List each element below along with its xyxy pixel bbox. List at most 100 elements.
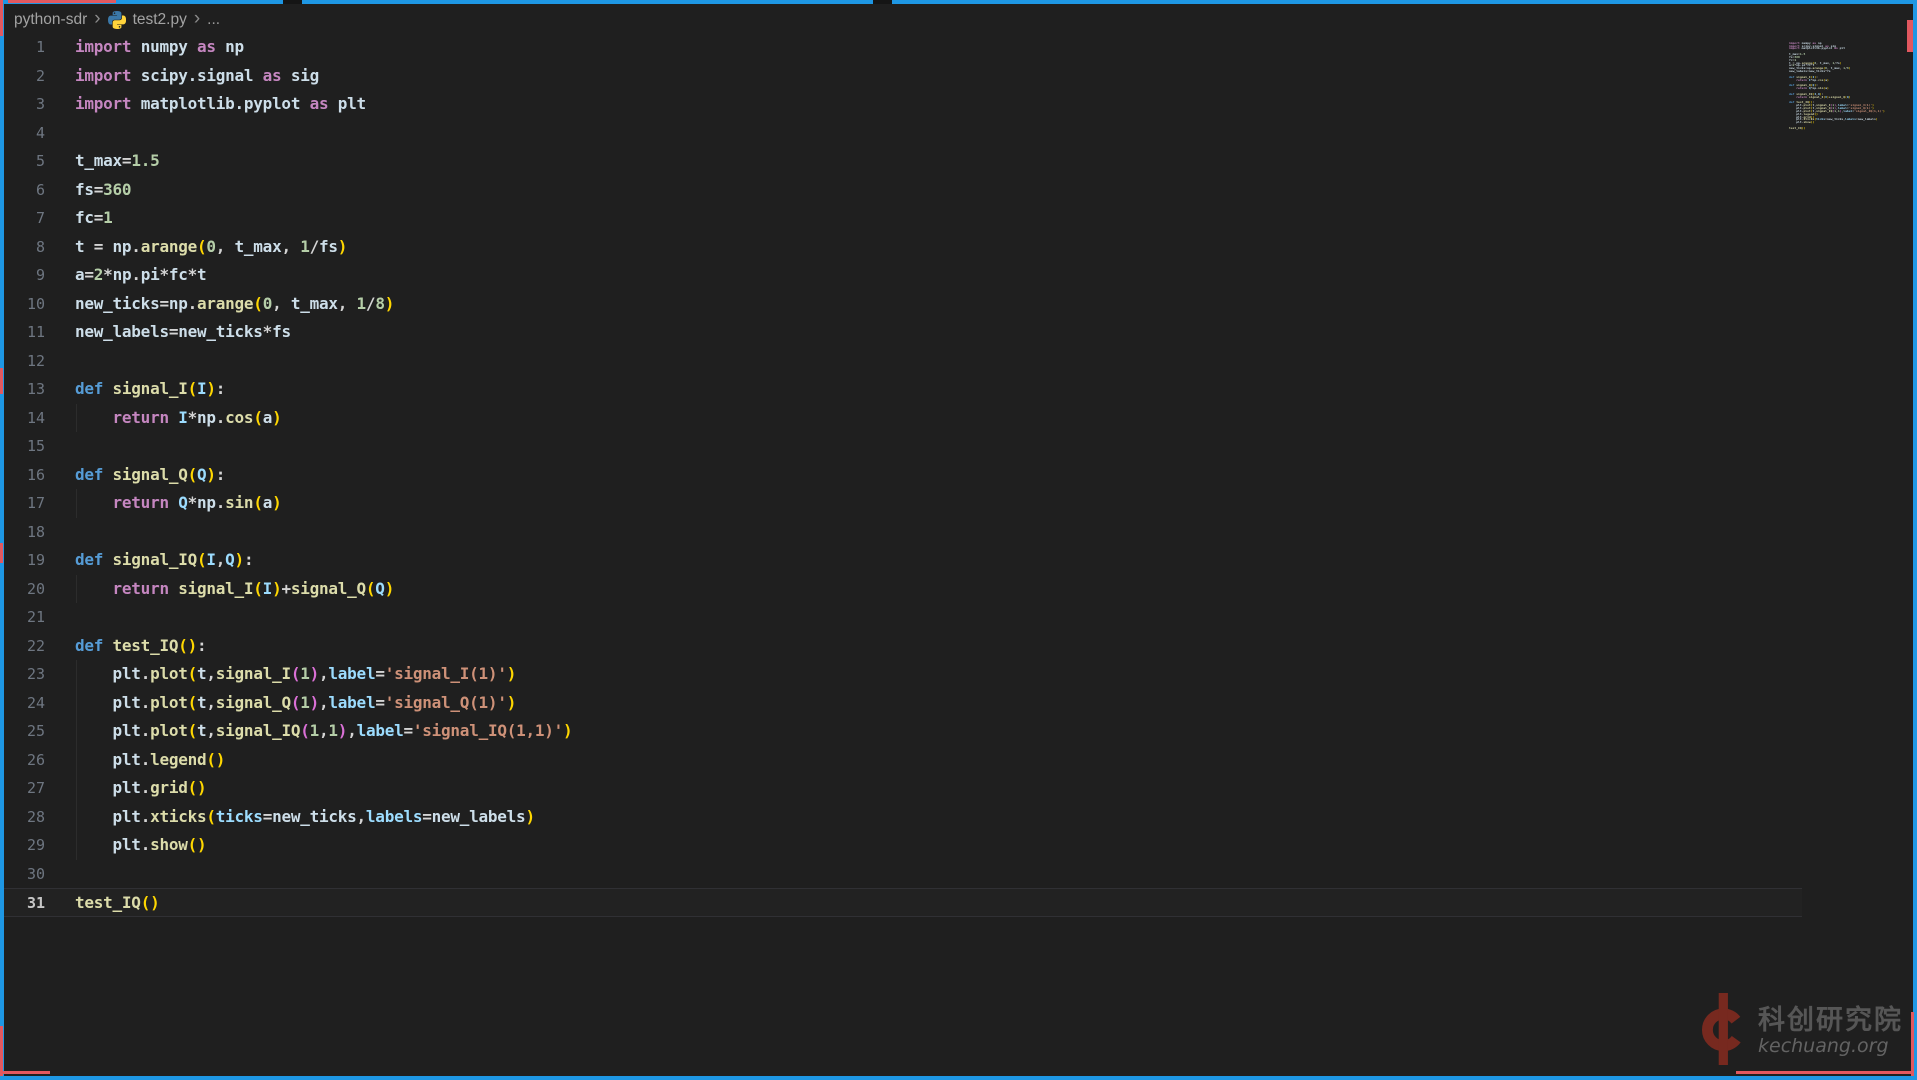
code-editor[interactable]: 1import numpy as np2import scipy.signal … <box>4 33 1802 917</box>
code-line[interactable]: 2import scipy.signal as sig <box>4 62 1802 91</box>
code-line-text: plt.xticks(ticks=new_ticks,labels=new_la… <box>45 803 535 832</box>
code-line[interactable]: 17 return Q*np.sin(a) <box>4 489 1802 518</box>
line-number[interactable]: 21 <box>4 603 45 632</box>
code-line[interactable]: 15 <box>4 432 1802 461</box>
code-line[interactable]: 12 <box>4 347 1802 376</box>
code-line-text: plt.legend() <box>45 746 225 775</box>
code-line[interactable]: 31test_IQ() <box>4 888 1802 917</box>
crop-mark <box>0 0 3 36</box>
line-number[interactable]: 2 <box>4 62 45 91</box>
line-number[interactable]: 29 <box>4 831 45 860</box>
code-line[interactable]: 28 plt.xticks(ticks=new_ticks,labels=new… <box>4 803 1802 832</box>
line-number[interactable]: 24 <box>4 689 45 718</box>
code-line[interactable]: 5t_max=1.5 <box>4 147 1802 176</box>
minimap-content: import numpy as npimport scipy.signal as… <box>1789 42 1905 130</box>
code-line[interactable]: 22def test_IQ(): <box>4 632 1802 661</box>
code-line[interactable]: 3import matplotlib.pyplot as plt <box>4 90 1802 119</box>
line-number[interactable]: 23 <box>4 660 45 689</box>
code-line-text: t = np.arange(0, t_max, 1/fs) <box>45 233 347 262</box>
line-number[interactable]: 8 <box>4 233 45 262</box>
code-line-text <box>45 518 75 547</box>
indent-guide <box>76 746 77 775</box>
code-line[interactable]: 13def signal_I(I): <box>4 375 1802 404</box>
indent-guide <box>76 831 77 860</box>
code-line[interactable]: 25 plt.plot(t,signal_IQ(1,1),label='sign… <box>4 717 1802 746</box>
code-line-text: import numpy as np <box>45 33 244 62</box>
code-line[interactable]: 20 return signal_I(I)+signal_Q(Q) <box>4 575 1802 604</box>
chevron-right-icon: › <box>94 9 100 28</box>
code-line[interactable]: 8t = np.arange(0, t_max, 1/fs) <box>4 233 1802 262</box>
code-line[interactable]: 16def signal_Q(Q): <box>4 461 1802 490</box>
code-line[interactable]: 7fc=1 <box>4 204 1802 233</box>
indent-guide <box>76 803 77 832</box>
breadcrumb-file[interactable]: test2.py <box>133 11 187 29</box>
breadcrumb-folder[interactable]: python-sdr <box>14 11 87 29</box>
line-number[interactable]: 7 <box>4 204 45 233</box>
line-number[interactable]: 25 <box>4 717 45 746</box>
line-number[interactable]: 14 <box>4 404 45 433</box>
line-number[interactable]: 12 <box>4 347 45 376</box>
line-number[interactable]: 30 <box>4 860 45 889</box>
code-line[interactable]: 14 return I*np.cos(a) <box>4 404 1802 433</box>
minimap[interactable]: import numpy as npimport scipy.signal as… <box>1789 36 1905 133</box>
line-number[interactable]: 17 <box>4 489 45 518</box>
line-number[interactable]: 6 <box>4 176 45 205</box>
indent-guide <box>76 774 77 803</box>
watermark-cjk-text: 科创研究院 <box>1758 1005 1903 1036</box>
line-number[interactable]: 13 <box>4 375 45 404</box>
code-line[interactable]: 21 <box>4 603 1802 632</box>
code-line-text: return signal_I(I)+signal_Q(Q) <box>45 575 394 604</box>
crop-mark <box>283 0 302 4</box>
code-line[interactable]: 11new_labels=new_ticks*fs <box>4 318 1802 347</box>
code-line[interactable]: 9a=2*np.pi*fc*t <box>4 261 1802 290</box>
line-number[interactable]: 31 <box>4 889 45 916</box>
code-line[interactable]: 27 plt.grid() <box>4 774 1802 803</box>
line-number[interactable]: 3 <box>4 90 45 119</box>
line-number[interactable]: 1 <box>4 33 45 62</box>
code-line-text: a=2*np.pi*fc*t <box>45 261 206 290</box>
code-line-text: test_IQ() <box>45 889 159 916</box>
crop-mark <box>1911 1012 1914 1076</box>
code-line-text: new_ticks=np.arange(0, t_max, 1/8) <box>45 290 394 319</box>
code-line[interactable]: 18 <box>4 518 1802 547</box>
line-number[interactable]: 26 <box>4 746 45 775</box>
line-number[interactable]: 28 <box>4 803 45 832</box>
line-number[interactable]: 4 <box>4 119 45 148</box>
code-line[interactable]: 23 plt.plot(t,signal_I(1),label='signal_… <box>4 660 1802 689</box>
code-line[interactable]: 1import numpy as np <box>4 33 1802 62</box>
line-number[interactable]: 18 <box>4 518 45 547</box>
crop-mark <box>873 0 892 4</box>
line-number[interactable]: 10 <box>4 290 45 319</box>
code-line-text: import matplotlib.pyplot as plt <box>45 90 366 119</box>
code-line-text: fs=360 <box>45 176 131 205</box>
code-line[interactable]: 6fs=360 <box>4 176 1802 205</box>
code-line-text: def signal_I(I): <box>45 375 225 404</box>
code-line[interactable]: 30 <box>4 860 1802 889</box>
crop-mark <box>0 1026 3 1076</box>
line-number[interactable]: 5 <box>4 147 45 176</box>
code-line[interactable]: 19def signal_IQ(I,Q): <box>4 546 1802 575</box>
line-number[interactable]: 15 <box>4 432 45 461</box>
line-number[interactable]: 22 <box>4 632 45 661</box>
indent-guide <box>76 717 77 746</box>
line-number[interactable]: 9 <box>4 261 45 290</box>
code-line-text <box>45 432 75 461</box>
crop-mark <box>8 0 116 3</box>
line-number[interactable]: 20 <box>4 575 45 604</box>
code-line[interactable]: 26 plt.legend() <box>4 746 1802 775</box>
code-line[interactable]: 29 plt.show() <box>4 831 1802 860</box>
crop-mark <box>0 368 3 394</box>
line-number[interactable]: 19 <box>4 546 45 575</box>
indent-guide <box>76 689 77 718</box>
breadcrumb-symbols[interactable]: ... <box>207 11 220 29</box>
code-line-text: fc=1 <box>45 204 113 233</box>
line-number[interactable]: 11 <box>4 318 45 347</box>
line-number[interactable]: 16 <box>4 461 45 490</box>
code-line[interactable]: 24 plt.plot(t,signal_Q(1),label='signal_… <box>4 689 1802 718</box>
code-line-text: new_labels=new_ticks*fs <box>45 318 291 347</box>
code-line[interactable]: 4 <box>4 119 1802 148</box>
code-line-text <box>45 603 75 632</box>
line-number[interactable]: 27 <box>4 774 45 803</box>
code-line[interactable]: 10new_ticks=np.arange(0, t_max, 1/8) <box>4 290 1802 319</box>
code-lines: 1import numpy as np2import scipy.signal … <box>4 33 1802 917</box>
